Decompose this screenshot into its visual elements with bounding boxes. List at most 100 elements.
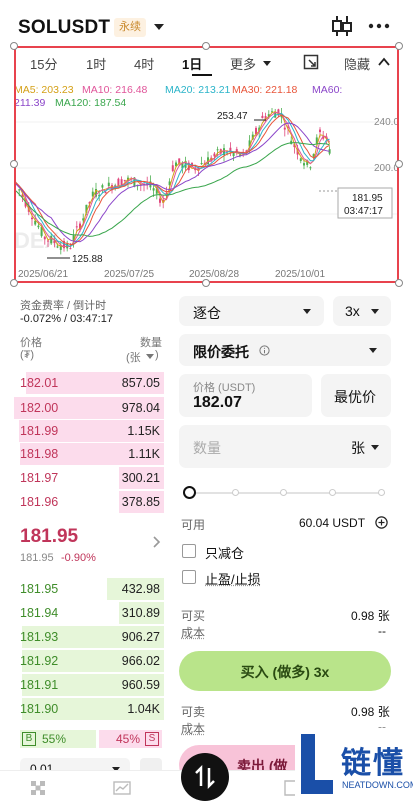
- bid-row[interactable]: 181.91 960.59: [14, 674, 164, 696]
- best-price-button[interactable]: 最优价: [321, 374, 391, 417]
- bid-row[interactable]: 181.95 432.98: [14, 578, 164, 600]
- price-input-label: 价格 (USDT): [193, 379, 255, 395]
- can-buy-label: 可买: [181, 607, 205, 624]
- info-icon[interactable]: [259, 345, 270, 356]
- resize-handle-tc[interactable]: [202, 42, 210, 50]
- grid-icon[interactable]: [30, 780, 46, 796]
- reduce-only-label: 只减仓: [205, 543, 244, 562]
- qty-header: 数量: [140, 334, 162, 350]
- logo-mark-icon: [297, 732, 337, 798]
- buy-ratio: 55%: [42, 732, 66, 746]
- reduce-only-checkbox[interactable]: [182, 544, 196, 558]
- sell-ratio: 45%: [116, 732, 140, 746]
- bid-price: 181.91: [20, 678, 58, 692]
- ask-price: 182.00: [20, 401, 58, 415]
- tp-sl-label[interactable]: 止盈/止损: [205, 569, 261, 588]
- chevron-right-icon[interactable]: [153, 536, 161, 548]
- can-sell-label: 可卖: [181, 703, 205, 720]
- ask-qty: 1.11K: [128, 447, 160, 461]
- bid-qty: 960.59: [122, 678, 160, 692]
- quantity-placeholder: 数量: [193, 438, 221, 458]
- qty-unit-dropdown-icon[interactable]: [146, 354, 154, 359]
- ask-row[interactable]: 182.00 978.04: [14, 397, 164, 419]
- quantity-unit[interactable]: 张: [351, 438, 365, 458]
- ask-row[interactable]: 181.98 1.11K: [14, 443, 164, 465]
- price-input[interactable]: 价格 (USDT) 182.07: [179, 374, 312, 417]
- bid-price: 181.90: [20, 702, 58, 716]
- add-funds-icon[interactable]: [375, 516, 388, 529]
- bid-price: 181.94: [20, 606, 58, 620]
- margin-mode-value: 逐仓: [193, 303, 221, 323]
- top-header: SOLUSDT 永续: [0, 0, 413, 46]
- resize-handle-bc[interactable]: [202, 279, 210, 287]
- logo-site: NEATDOWN.COM: [342, 780, 413, 790]
- resize-handle-ml[interactable]: [10, 160, 18, 168]
- more-menu-icon[interactable]: [367, 14, 391, 38]
- ask-price: 181.97: [20, 471, 58, 485]
- order-type-select[interactable]: 限价委托: [179, 334, 391, 366]
- ask-price: 181.98: [20, 447, 58, 461]
- ask-row[interactable]: 181.99 1.15K: [14, 420, 164, 442]
- ask-price: 181.99: [20, 424, 58, 438]
- ask-qty: 1.15K: [127, 424, 160, 438]
- bid-price: 181.95: [20, 582, 58, 596]
- bid-row[interactable]: 181.90 1.04K: [14, 698, 164, 720]
- buy-tag: B: [22, 732, 36, 746]
- quantity-input[interactable]: 数量 张: [179, 425, 391, 468]
- leverage-dropdown-icon: [371, 309, 379, 314]
- ask-qty: 378.85: [122, 495, 160, 509]
- bid-row[interactable]: 181.93 906.27: [14, 626, 164, 648]
- bid-qty: 310.89: [122, 606, 160, 620]
- ask-row[interactable]: 181.97 300.21: [14, 467, 164, 489]
- available-value: 60.04 USDT: [299, 516, 365, 530]
- resize-handle-tr[interactable]: [395, 42, 403, 50]
- candlestick-chart-icon[interactable]: [330, 14, 354, 38]
- price-header: 价格: [20, 334, 42, 350]
- leverage-select[interactable]: 3x: [333, 296, 391, 326]
- ask-row[interactable]: 181.96 378.85: [14, 491, 164, 513]
- leverage-value: 3x: [345, 303, 360, 319]
- ask-row[interactable]: 182.01 857.05: [14, 372, 164, 394]
- price-change: -0.90%: [61, 552, 96, 564]
- funding-label: 资金费率 / 倒计时: [20, 297, 106, 313]
- margin-mode-select[interactable]: 逐仓: [179, 296, 324, 326]
- market-chart-icon[interactable]: [113, 781, 131, 795]
- ask-qty: 857.05: [122, 376, 160, 390]
- bid-qty: 966.02: [122, 654, 160, 668]
- bid-row[interactable]: 181.94 310.89: [14, 602, 164, 624]
- qty-unit[interactable]: (张: [126, 349, 141, 365]
- margin-mode-dropdown-icon: [303, 309, 311, 314]
- bid-qty: 1.04K: [127, 702, 160, 716]
- logo-brand: 链懂: [341, 738, 405, 782]
- order-type-dropdown-icon: [369, 348, 377, 353]
- trade-swap-button[interactable]: [181, 753, 229, 801]
- can-buy-value: 0.98 张: [351, 607, 390, 624]
- tp-sl-checkbox[interactable]: [182, 570, 196, 584]
- mark-price: 181.95: [20, 552, 54, 564]
- swap-arrows-icon: [195, 765, 215, 789]
- resize-handle-br[interactable]: [395, 279, 403, 287]
- order-type-value: 限价委托: [193, 342, 249, 362]
- slider-thumb[interactable]: [183, 486, 196, 499]
- resize-handle-bl[interactable]: [10, 279, 18, 287]
- resize-handle-tl[interactable]: [10, 42, 18, 50]
- bid-qty: 432.98: [122, 582, 160, 596]
- symbol-title[interactable]: SOLUSDT: [18, 17, 110, 39]
- bid-row[interactable]: 181.92 966.02: [14, 650, 164, 672]
- funding-value: -0.072% / 03:47:17: [20, 313, 113, 325]
- bid-price: 181.93: [20, 630, 58, 644]
- buy-sell-ratio-bar: B 55% 45% S: [20, 730, 162, 748]
- bid-qty: 906.27: [122, 630, 160, 644]
- ask-qty: 978.04: [122, 401, 160, 415]
- quantity-unit-dropdown-icon[interactable]: [371, 445, 379, 450]
- symbol-dropdown-icon[interactable]: [154, 24, 164, 30]
- cost-value: --: [378, 624, 386, 638]
- last-price: 181.95: [20, 526, 78, 548]
- buy-long-button[interactable]: 买入 (做多) 3x: [179, 651, 391, 691]
- resize-handle-mr[interactable]: [395, 160, 403, 168]
- ask-price: 182.01: [20, 376, 58, 390]
- ask-price: 181.96: [20, 495, 58, 509]
- best-price-label: 最优价: [334, 387, 376, 407]
- quantity-slider[interactable]: [183, 486, 387, 500]
- perpetual-badge: 永续: [114, 18, 146, 37]
